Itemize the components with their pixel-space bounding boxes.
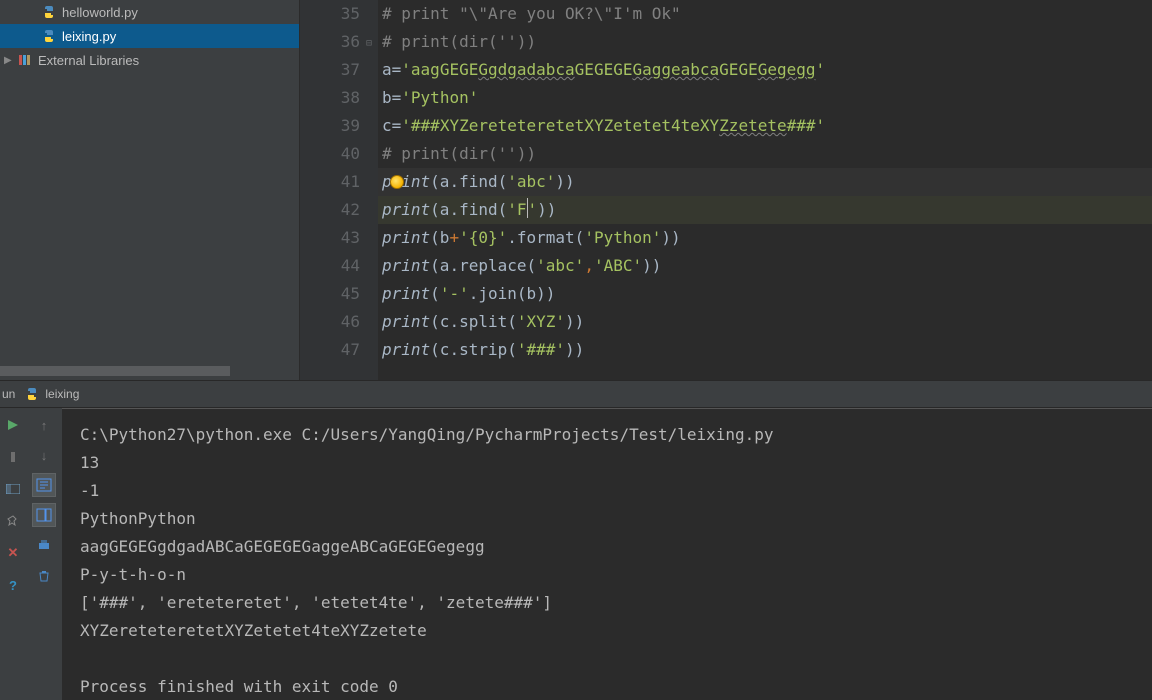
code-line-36[interactable]: # print(dir('')) [378,28,1152,56]
external-libraries-node[interactable]: ▶ External Libraries [0,48,299,72]
run-toolwindow-header[interactable]: un leixing [0,380,1152,408]
run-config-name: leixing [45,387,79,401]
run-label-prefix: un [2,387,15,401]
code-line-38[interactable]: b='Python' [378,84,1152,112]
library-icon [18,53,32,67]
editor-content[interactable]: # print "\"Are you OK?\"I'm Ok"# print(d… [378,0,1152,380]
code-line-40[interactable]: # print(dir('')) [378,140,1152,168]
external-libraries-label: External Libraries [38,53,139,68]
tree-file-helloworld-py[interactable]: helloworld.py [0,0,299,24]
code-line-44[interactable]: print(a.replace('abc','ABC')) [378,252,1152,280]
down-button[interactable]: ↓ [33,444,55,466]
run-secondary-toolbar: ↑ ↓ [26,408,62,700]
code-line-41[interactable]: print(a.find('abc')) [378,168,1152,196]
stop-disabled-button[interactable] [2,446,24,468]
python-file-icon [42,29,56,43]
code-line-42[interactable]: print(a.find('F')) [378,196,1152,224]
code-editor[interactable]: ⊟ 35363738394041424344454647 # print "\"… [300,0,1152,380]
scroll-to-end-button[interactable] [33,504,55,526]
code-line-37[interactable]: a='aagGEGEGgdgadabcaGEGEGEGaggeabcaGEGEG… [378,56,1152,84]
code-line-46[interactable]: print(c.split('XYZ')) [378,308,1152,336]
help-button[interactable]: ? [2,574,24,596]
code-line-47[interactable]: print(c.strip('###')) [378,336,1152,364]
fold-marker-icon[interactable]: ⊟ [362,30,372,40]
tree-horizontal-scrollbar[interactable] [0,366,230,376]
editor-gutter: ⊟ 35363738394041424344454647 [300,0,378,380]
soft-wrap-button[interactable] [33,474,55,496]
clear-all-button[interactable] [33,564,55,586]
python-file-icon [42,5,56,19]
code-line-45[interactable]: print('-'.join(b)) [378,280,1152,308]
code-line-39[interactable]: c='###XYZereteteretetXYZetetet4teXYZzete… [378,112,1152,140]
python-file-icon [25,387,39,401]
run-left-toolbar: ✕ ? [0,408,26,700]
console-output[interactable]: C:\Python27\python.exe C:/Users/YangQing… [62,408,1152,700]
up-button[interactable]: ↑ [33,414,55,436]
tree-file-label: helloworld.py [62,5,138,20]
print-button[interactable] [33,534,55,556]
chevron-right-icon: ▶ [4,55,12,66]
pin-button[interactable] [2,510,24,532]
rerun-button[interactable] [2,414,24,436]
tree-file-leixing-py[interactable]: leixing.py [0,24,299,48]
layout-button[interactable] [2,478,24,500]
code-line-35[interactable]: # print "\"Are you OK?\"I'm Ok" [378,0,1152,28]
intention-bulb-icon[interactable] [390,175,404,189]
close-button[interactable]: ✕ [2,542,24,564]
code-line-43[interactable]: print(b+'{0}'.format('Python')) [378,224,1152,252]
tree-file-label: leixing.py [62,29,116,44]
project-tree[interactable]: helloworld.py leixing.py ▶ External Libra… [0,0,300,380]
